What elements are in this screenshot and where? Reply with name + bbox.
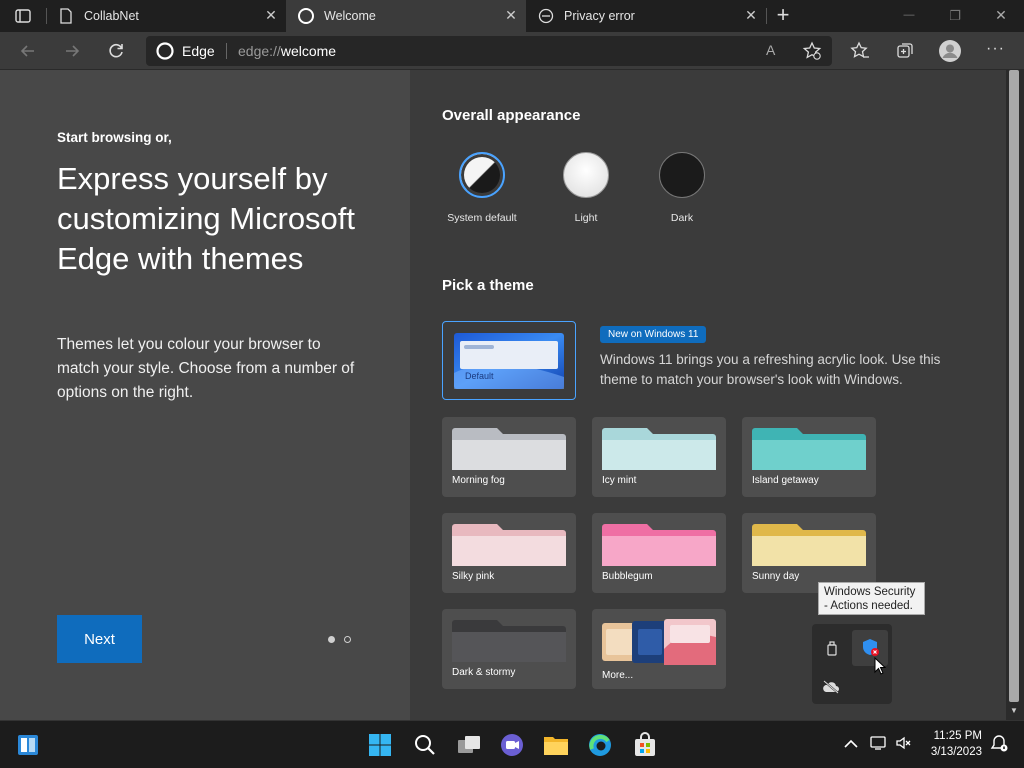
theme-folder-preview <box>752 524 866 566</box>
theme-folder-preview <box>452 620 566 662</box>
theme-card-morning-fog[interactable]: Morning fog <box>442 417 576 497</box>
appearance-label: Light <box>574 212 598 224</box>
clock-time: 11:25 PM <box>933 730 982 742</box>
widgets-icon[interactable] <box>16 733 40 757</box>
close-icon[interactable]: ✕ <box>744 8 758 22</box>
windows-security-tooltip: Windows Security - Actions needed. <box>818 582 925 615</box>
theme-folder-preview <box>602 428 716 470</box>
theme-folder-preview <box>452 524 566 566</box>
tab-welcome[interactable]: Welcome ✕ <box>286 0 526 32</box>
theme-default-label: Default <box>465 371 494 381</box>
address-divider <box>226 43 227 59</box>
minimize-icon[interactable]: — <box>898 9 920 21</box>
tab-bar: CollabNet ✕ Welcome ✕ Privacy error ✕ + … <box>0 0 1024 32</box>
address-url[interactable]: edge://welcome <box>238 43 336 59</box>
profile-avatar-icon[interactable] <box>938 39 962 63</box>
more-options-icon[interactable]: ··· <box>986 40 1005 58</box>
toolbar: Edge edge://welcome A ··· <box>0 32 1024 70</box>
system-clock[interactable]: 11:25 PM 3/13/2023 <box>926 728 982 760</box>
search-icon[interactable] <box>413 733 437 757</box>
tab-label: Privacy error <box>564 9 635 23</box>
start-icon[interactable] <box>368 733 392 757</box>
teams-chat-icon[interactable] <box>499 732 525 758</box>
new-badge: New on Windows 11 <box>600 326 707 343</box>
show-hidden-icons-chevron-icon[interactable] <box>843 737 859 749</box>
mouse-cursor-icon <box>874 656 887 675</box>
featured-description: Windows 11 brings you a refreshing acryl… <box>600 352 941 387</box>
volume-muted-icon[interactable] <box>895 735 913 751</box>
onedrive-offline-icon[interactable] <box>822 680 840 694</box>
warning-page-icon <box>538 8 554 24</box>
collections-icon[interactable] <box>895 41 915 61</box>
theme-card-dark-stormy[interactable]: Dark & stormy <box>442 609 576 689</box>
appearance-label: Dark <box>670 212 694 224</box>
usb-device-icon[interactable] <box>824 640 840 656</box>
tab-label: Welcome <box>324 9 376 23</box>
store-icon[interactable] <box>632 732 658 758</box>
theme-folder-preview <box>452 428 566 470</box>
theme-card-icy-mint[interactable]: Icy mint <box>592 417 726 497</box>
tab-label: CollabNet <box>84 9 139 23</box>
close-icon[interactable]: ✕ <box>264 8 278 22</box>
theme-label: Silky pink <box>452 571 495 582</box>
appearance-dark[interactable] <box>659 152 705 198</box>
address-bar[interactable]: Edge edge://welcome A <box>146 36 832 66</box>
appearance-light[interactable] <box>563 152 609 198</box>
theme-card-island-getaway[interactable]: Island getaway <box>742 417 876 497</box>
themes-heading: Pick a theme <box>442 277 534 294</box>
close-icon[interactable]: ✕ <box>504 8 518 22</box>
page-dot-active[interactable] <box>328 636 335 643</box>
read-aloud-icon[interactable]: A <box>766 42 775 58</box>
tab-privacy-error[interactable]: Privacy error ✕ <box>526 0 766 32</box>
new-tab-icon[interactable]: + <box>772 4 794 26</box>
edge-taskbar-icon[interactable] <box>587 732 613 758</box>
theme-label: Morning fog <box>452 475 505 486</box>
restore-icon[interactable]: ❐ <box>944 8 966 24</box>
theme-more-card[interactable]: More... <box>592 609 726 689</box>
appearance-heading: Overall appearance <box>442 107 581 124</box>
taskbar: 11:25 PM 3/13/2023 <box>0 720 1024 768</box>
theme-folder-preview <box>602 524 716 566</box>
theme-label: Island getaway <box>752 475 819 486</box>
edge-logo-icon <box>156 42 174 60</box>
tab-collabnet[interactable]: CollabNet ✕ <box>46 0 286 32</box>
theme-label: Icy mint <box>602 475 637 486</box>
intro-kicker: Start browsing or, <box>57 130 172 145</box>
page-dot[interactable] <box>344 636 351 643</box>
notification-icon[interactable] <box>989 734 1009 754</box>
scroll-down-arrow-icon[interactable]: ▼ <box>1010 706 1018 715</box>
theme-label: Bubblegum <box>602 571 653 582</box>
theme-label: More... <box>602 670 634 681</box>
appearance-label: System default <box>447 212 517 224</box>
next-button[interactable]: Next <box>57 615 142 663</box>
intro-description: Themes let you colour your browser to ma… <box>57 336 355 401</box>
tab-separator <box>766 8 767 24</box>
favorites-icon[interactable] <box>850 41 870 61</box>
vertical-scrollbar[interactable]: ▼ <box>1006 70 1024 720</box>
clock-date: 3/13/2023 <box>930 746 982 758</box>
theme-folder-preview <box>752 428 866 470</box>
tab-actions-icon[interactable] <box>14 7 32 25</box>
task-view-icon[interactable] <box>456 733 482 757</box>
more-themes-preview <box>602 619 716 665</box>
window-close-icon[interactable]: ✕ <box>990 7 1012 24</box>
forward-icon[interactable] <box>62 41 82 61</box>
appearance-system-default[interactable] <box>459 152 505 198</box>
back-icon[interactable] <box>18 41 38 61</box>
file-explorer-icon[interactable] <box>543 733 569 757</box>
intro-headline: Express yourself by customizing Microsof… <box>57 161 356 276</box>
theme-label: Dark & stormy <box>452 667 516 678</box>
scrollbar-thumb[interactable] <box>1009 70 1019 702</box>
theme-card-silky-pink[interactable]: Silky pink <box>442 513 576 593</box>
page-icon <box>58 8 74 24</box>
theme-card-bubblegum[interactable]: Bubblegum <box>592 513 726 593</box>
theme-default-card[interactable]: Default <box>442 321 576 400</box>
theme-label: Sunny day <box>752 571 800 582</box>
address-brand: Edge <box>182 43 215 59</box>
network-icon[interactable] <box>870 735 888 751</box>
add-favorite-icon[interactable] <box>802 41 822 61</box>
edge-icon <box>298 8 314 24</box>
refresh-icon[interactable] <box>106 41 126 61</box>
theme-card-sunny-day[interactable]: Sunny day <box>742 513 876 593</box>
